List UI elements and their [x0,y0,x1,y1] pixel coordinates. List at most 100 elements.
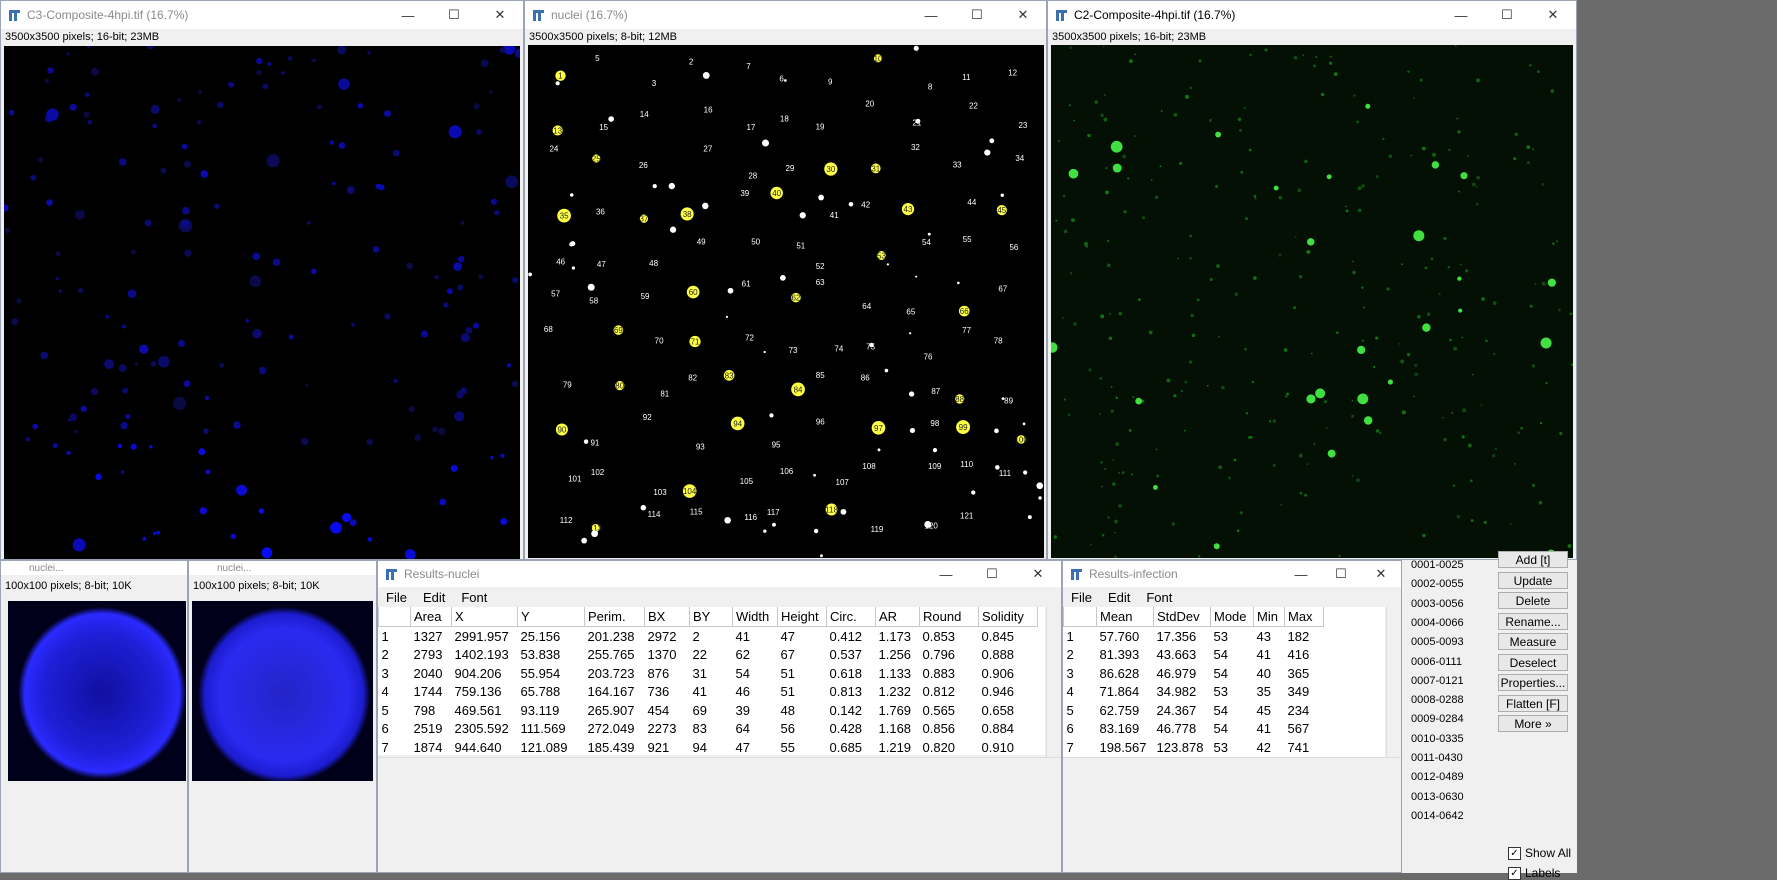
labels-checkbox[interactable]: ✓ Labels [1508,866,1560,880]
column-header[interactable]: Width [732,607,778,627]
file-menu[interactable]: File [386,590,407,605]
column-header[interactable]: Height [777,607,827,627]
column-header[interactable]: Mode [1210,607,1254,627]
checkbox-box[interactable]: ✓ [1508,846,1521,860]
nuclei-image-canvas[interactable]: 1532769108111213151416171819202122232425… [528,45,1044,558]
roi-list-item[interactable]: 0003-0056 [1411,595,1487,614]
table-row[interactable]: 6 83.169 46.778 54 41 567 [1064,720,1324,739]
column-header[interactable]: Area [410,607,452,627]
results-infection-window[interactable]: Results-infection — ☐ ✕ File Edit Font Mea… [1062,560,1402,873]
roi-list-item[interactable]: 0010-0335 [1411,730,1487,749]
crop2-image-window[interactable]: nuclei... 100x100 pixels; 8-bit; 10K [188,560,377,873]
table-row[interactable]: 1 57.760 17.356 53 43 182 [1064,627,1324,646]
c2-title-bar[interactable]: C2-Composite-4hpi.tif (16.7%) — ☐ ✕ [1048,1,1576,29]
results-infection-title-bar[interactable]: Results-infection — ☐ ✕ [1063,561,1401,587]
c2-image-canvas[interactable] [1051,45,1573,558]
maximize-button[interactable]: ☐ [431,1,477,29]
maximize-button[interactable]: ☐ [1321,561,1361,587]
font-menu[interactable]: Font [1146,590,1172,605]
table-row[interactable]: 4 71.864 34.982 53 35 349 [1064,683,1324,702]
vertical-scrollbar[interactable] [1386,607,1401,757]
column-header[interactable]: Y [517,607,585,627]
column-header[interactable]: X [451,607,518,627]
column-header[interactable]: Circ. [826,607,876,627]
maximize-button[interactable]: ☐ [954,1,1000,29]
c3-title-bar[interactable]: C3-Composite-4hpi.tif (16.7%) — ☐ ✕ [1,1,523,29]
more-button[interactable]: More » [1498,715,1568,732]
close-button[interactable]: ✕ [1361,561,1401,587]
maximize-button[interactable]: ☐ [969,561,1015,587]
roi-list-item[interactable]: 0005-0093 [1411,633,1487,652]
table-row[interactable]: 3 86.628 46.979 54 40 365 [1064,664,1324,683]
c3-image-window[interactable]: C3-Composite-4hpi.tif (16.7%) — ☐ ✕ 3500x3… [0,0,524,560]
update-button[interactable]: Update [1498,571,1568,589]
roi-list-item[interactable]: 0008-0288 [1411,691,1487,710]
column-header[interactable] [1063,607,1097,627]
crop1-canvas[interactable] [8,601,186,781]
properties-button[interactable]: Properties... [1498,674,1568,691]
show-all-checkbox[interactable]: ✓ Show All [1508,846,1571,860]
column-header[interactable] [378,607,411,627]
roi-list-item[interactable]: 0012-0489 [1411,768,1487,787]
roi-list-item[interactable]: 0014-0642 [1411,807,1487,826]
table-row[interactable]: 7 1874 944.640 121.089 185.439 921 94 47 55 0.685… [379,738,1038,755]
column-header[interactable]: BY [689,607,733,627]
minimize-button[interactable]: — [1281,561,1321,587]
add-button[interactable]: Add [t] [1498,551,1568,568]
column-header[interactable]: StdDev [1153,607,1211,627]
roi-list-item[interactable]: 0011-0430 [1411,749,1487,768]
roi-list-item[interactable]: 0002-0055 [1411,575,1487,594]
deselect-button[interactable]: Deselect [1498,653,1568,671]
table-row[interactable]: 6 2519 2305.592 111.569 272.049 2273 83 64 56 0.4… [379,720,1038,739]
crop1-title-bar[interactable]: nuclei... [1,561,187,575]
file-menu[interactable]: File [1071,590,1092,605]
font-menu[interactable]: Font [461,590,487,605]
column-header[interactable]: Round [919,607,979,627]
roi-list-item[interactable]: 0009-0284 [1411,710,1487,729]
minimize-button[interactable]: — [1438,1,1484,29]
horizontal-scrollbar[interactable] [378,757,1061,772]
table-row[interactable]: 5 798 469.561 93.119 265.907 454 69 39 48 0.142 1.… [379,701,1038,720]
table-row[interactable]: 4 1744 759.136 65.788 164.167 736 41 46 51 0.813 1… [379,683,1038,702]
column-header[interactable]: BX [644,607,690,627]
table-row[interactable]: 2 81.393 43.663 54 41 416 [1064,646,1324,665]
minimize-button[interactable]: — [923,561,969,587]
close-button[interactable]: ✕ [1530,1,1576,29]
column-header[interactable]: Max [1284,607,1324,627]
table-row[interactable]: 2 2793 1402.193 53.838 255.765 1370 22 62 67 0.53… [379,646,1038,665]
close-button[interactable]: ✕ [477,1,523,29]
roi-list-item[interactable]: 0001-0025 [1411,556,1487,575]
roi-list-item[interactable]: 0007-0121 [1411,672,1487,691]
column-header[interactable]: AR [875,607,920,627]
roi-list-item[interactable]: 0006-0111 [1411,653,1487,672]
crop2-title-bar[interactable]: nuclei... [189,561,376,575]
column-header[interactable]: Perim. [584,607,645,627]
close-button[interactable]: ✕ [1015,561,1061,587]
maximize-button[interactable]: ☐ [1484,1,1530,29]
edit-menu[interactable]: Edit [1108,590,1130,605]
nuclei-title-bar[interactable]: nuclei (16.7%) — ☐ ✕ [525,1,1046,29]
flatten-button[interactable]: Flatten [F] [1498,694,1568,712]
table-row[interactable]: 7 198.567 123.878 53 42 741 [1064,738,1324,757]
roi-list-item[interactable]: 0004-0066 [1411,614,1487,633]
checkbox-box[interactable]: ✓ [1508,866,1521,880]
edit-menu[interactable]: Edit [423,590,445,605]
delete-button[interactable]: Delete [1498,592,1568,609]
minimize-button[interactable]: — [385,1,431,29]
results-nuclei-window[interactable]: Results-nuclei — ☐ ✕ File Edit Font Area X Y… [377,560,1062,873]
roi-list-item[interactable]: 0013-0630 [1411,788,1487,807]
c3-image-canvas[interactable] [4,46,520,559]
horizontal-scrollbar[interactable] [1063,757,1401,772]
minimize-button[interactable]: — [908,1,954,29]
nuclei-image-window[interactable]: nuclei (16.7%) — ☐ ✕ 3500x3500 pixels; 8-b… [524,0,1047,560]
crop2-canvas[interactable] [192,601,373,781]
table-row[interactable]: 5 62.759 24.367 54 45 234 [1064,701,1324,720]
c2-image-window[interactable]: C2-Composite-4hpi.tif (16.7%) — ☐ ✕ 3500x3… [1047,0,1577,560]
results-infection-table-area[interactable]: Mean StdDev Mode Min Max 1 57.760 17.356 53 43 182… [1063,607,1385,757]
column-header[interactable]: Min [1253,607,1285,627]
table-row[interactable]: 3 2040 904.206 55.954 203.723 876 31 54 51 0.618 1… [379,664,1038,683]
results-nuclei-table-area[interactable]: Area X Y Perim. BX BY Width Height Circ. AR Round S… [378,607,1045,755]
column-header[interactable]: Mean [1096,607,1154,627]
column-header[interactable]: Solidity [978,607,1038,627]
results-nuclei-title-bar[interactable]: Results-nuclei — ☐ ✕ [378,561,1061,587]
